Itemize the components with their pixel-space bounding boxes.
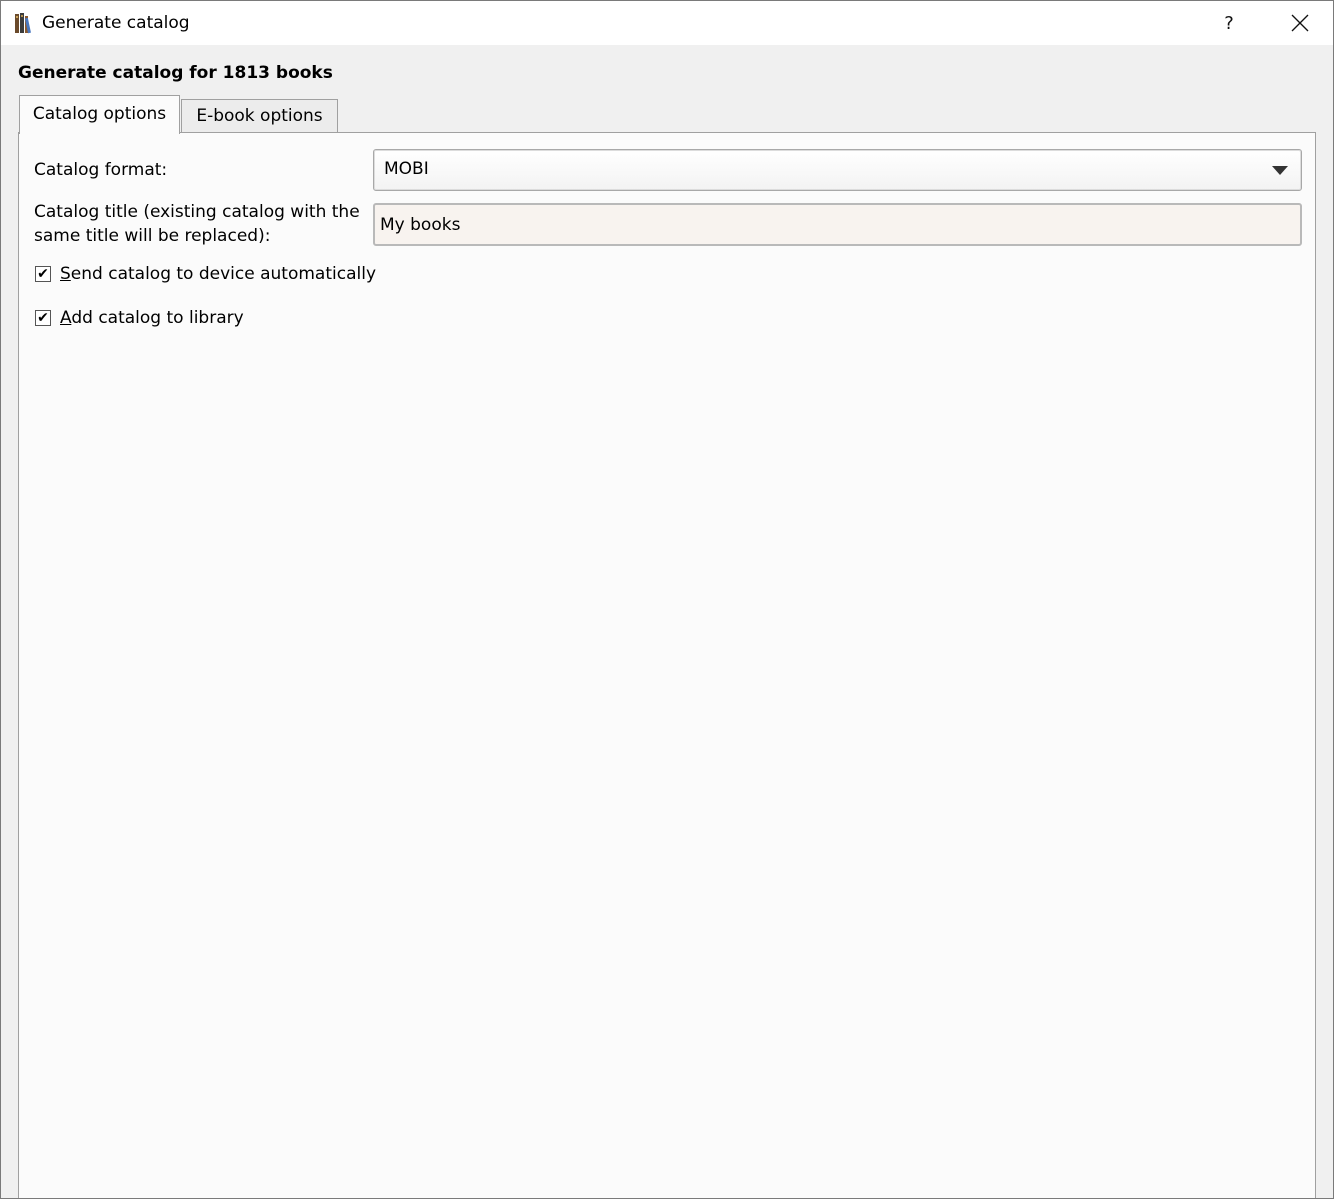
tab-catalog-options[interactable]: Catalog options (19, 95, 180, 134)
tab-label: E-book options (196, 106, 323, 126)
title-bar[interactable]: Generate catalog ? (1, 1, 1333, 45)
help-button[interactable]: ? (1207, 1, 1251, 45)
catalog-title-label-line1: Catalog title (existing catalog with the (34, 202, 360, 222)
add-to-library-label: Add catalog to library (60, 308, 244, 328)
add-to-library-checkbox[interactable]: ✔ (35, 310, 51, 326)
send-to-device-checkbox[interactable]: ✔ (35, 266, 51, 282)
window-title: Generate catalog (42, 13, 190, 33)
dialog-heading: Generate catalog for 1813 books (18, 63, 333, 83)
tab-ebook-options[interactable]: E-book options (181, 99, 338, 132)
catalog-format-select[interactable]: MOBI (373, 149, 1302, 191)
help-icon: ? (1224, 12, 1234, 34)
calibre-books-icon (14, 12, 36, 34)
chevron-down-icon (1272, 166, 1288, 175)
catalog-title-label: Catalog title (existing catalog with the… (34, 200, 360, 248)
catalog-format-label: Catalog format: (34, 160, 168, 180)
catalog-title-label-line2: same title will be replaced): (34, 226, 271, 246)
close-icon (1291, 14, 1309, 32)
tab-label: Catalog options (32, 103, 167, 124)
close-button[interactable] (1277, 1, 1323, 45)
send-to-device-label: Send catalog to device automatically (60, 264, 376, 284)
send-to-device-checkbox-row[interactable]: ✔ Send catalog to device automatically (35, 263, 376, 285)
add-to-library-checkbox-row[interactable]: ✔ Add catalog to library (35, 307, 244, 329)
catalog-options-panel: Catalog format: MOBI Catalog title (exis… (18, 132, 1316, 1198)
catalog-title-input[interactable] (373, 203, 1302, 246)
catalog-format-value: MOBI (384, 159, 429, 179)
generate-catalog-dialog: Generate catalog ? Generate catalog for … (0, 0, 1334, 1199)
